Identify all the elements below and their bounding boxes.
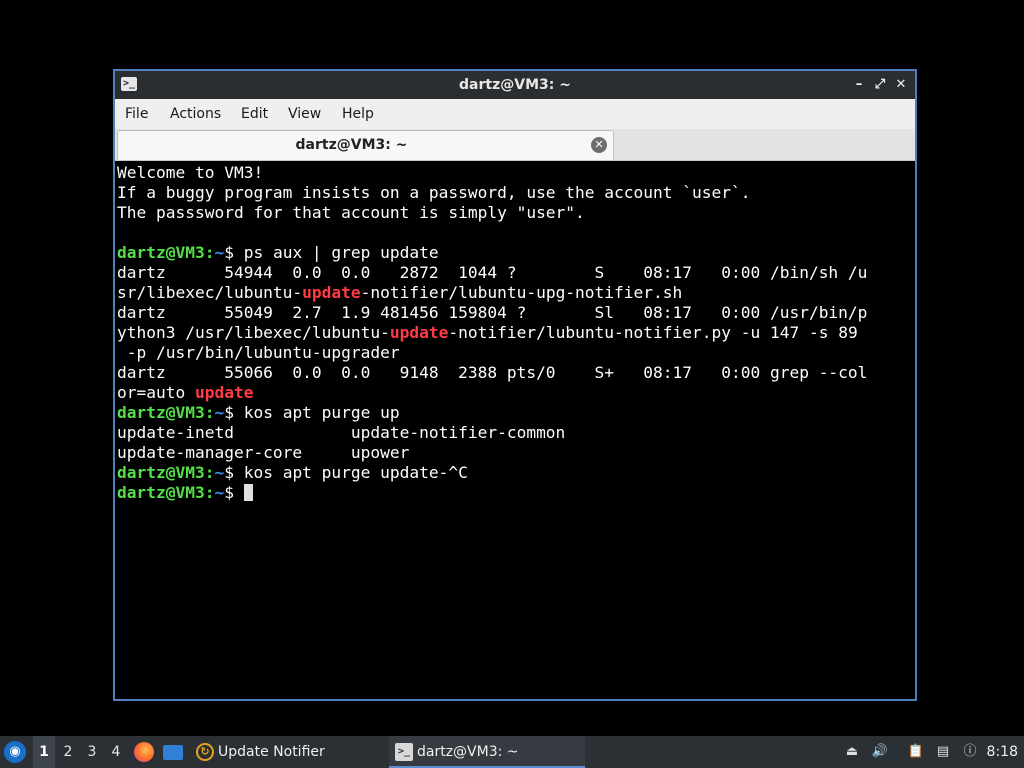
terminal-line: sr/libexec/lubuntu-update-notifier/lubun… [117,283,915,303]
menubar: File Actions Edit View Help [115,99,915,129]
terminal-icon: >_ [395,743,413,761]
terminal-line: The passsword for that account is simply… [117,203,915,223]
terminal-text: Welcome to VM3! [117,163,264,182]
terminal-line: dartz 55066 0.0 0.0 9148 2388 pts/0 S+ 0… [117,363,915,383]
prompt-segment: ~ [214,463,225,482]
prompt-segment: dartz@VM3 [117,243,205,262]
volume-icon[interactable]: 🔊 [871,743,889,761]
terminal-text: $ kos apt purge up [224,403,400,422]
workspace-1[interactable]: 1 [33,736,55,768]
eject-icon[interactable]: ⏏ [843,743,861,761]
prompt-segment: ~ [214,243,225,262]
task-terminal[interactable]: >_ dartz@VM3: ~ [389,736,585,768]
clock[interactable]: 8:18 [987,736,1018,768]
terminal-line: -p /usr/bin/lubuntu-upgrader [117,343,915,363]
terminal-line: or=auto update [117,383,915,403]
prompt-segment: dartz@VM3 [117,483,205,502]
tab-label: dartz@VM3: ~ [295,137,408,153]
prompt-segment: : [204,463,215,482]
terminal-text: dartz 55049 2.7 1.9 481456 159804 ? Sl 0… [117,303,868,322]
terminal-text: -notifier/lubuntu-upg-notifier.sh [360,283,683,302]
terminal-line: dartz@VM3:~$ ps aux | grep update [117,243,915,263]
terminal-line: dartz@VM3:~$ kos apt purge update-^C [117,463,915,483]
task-label: dartz@VM3: ~ [417,744,519,760]
firefox-icon[interactable] [134,742,154,762]
prompt-segment: ~ [214,483,225,502]
menu-help[interactable]: Help [339,99,377,129]
terminal-line: Welcome to VM3! [117,163,915,183]
prompt-segment: dartz@VM3 [117,403,205,422]
grep-match: update [194,383,254,402]
taskbar: ◉ 1 2 3 4 ↻ Update Notifier >_ dartz@VM3… [0,736,1024,768]
terminal-text: -notifier/lubuntu-notifier.py -u 147 -s … [448,323,858,342]
workspace-2[interactable]: 2 [57,736,79,768]
terminal-window: >_ dartz@VM3: ~ – ⤢ ✕ File Actions Edit … [113,69,917,701]
workspace-4[interactable]: 4 [105,736,127,768]
prompt-segment: dartz@VM3 [117,463,205,482]
menu-edit[interactable]: Edit [238,99,271,129]
tab-close-icon[interactable]: ✕ [591,137,607,153]
maximize-button[interactable]: ⤢ [870,75,890,95]
prompt-segment: ~ [214,403,225,422]
terminal-text: dartz 55066 0.0 0.0 9148 2388 pts/0 S+ 0… [117,363,868,382]
terminal-line: update-manager-core upower [117,443,915,463]
terminal-text: If a buggy program insists on a password… [117,183,751,202]
terminal-line: If a buggy program insists on a password… [117,183,915,203]
terminal-text: -p /usr/bin/lubuntu-upgrader [117,343,400,362]
menu-file[interactable]: File [122,99,151,129]
prompt-segment: : [204,403,215,422]
prompt-segment: : [204,483,215,502]
terminal-output[interactable]: Welcome to VM3! If a buggy program insist… [115,161,915,699]
lubuntu-start-icon[interactable]: ◉ [4,741,26,763]
terminal-text: The passsword for that account is simply… [117,203,585,222]
terminal-line: update-inetd update-notifier-common [117,423,915,443]
terminal-line: dartz@VM3:~$ [117,483,915,503]
workspace-3[interactable]: 3 [81,736,103,768]
terminal-text: update-manager-core upower [117,443,410,462]
terminal-text: $ kos apt purge update-^C [224,463,468,482]
window-titlebar[interactable]: >_ dartz@VM3: ~ – ⤢ ✕ [115,71,915,99]
network-icon[interactable]: ▤ [934,743,952,761]
task-update-notifier[interactable]: ↻ Update Notifier [190,736,386,768]
menu-actions[interactable]: Actions [167,99,224,129]
grep-match: update [302,283,361,302]
close-button[interactable]: ✕ [891,75,911,95]
terminal-text: $ [224,483,244,502]
terminal-text: update-inetd update-notifier-common [117,423,566,442]
text-cursor [243,484,253,501]
terminal-line: dartz@VM3:~$ kos apt purge up [117,403,915,423]
file-manager-icon[interactable] [163,745,183,760]
tab-terminal[interactable]: dartz@VM3: ~ ✕ [117,130,614,160]
prompt-segment: : [204,243,215,262]
terminal-text: or=auto [117,383,195,402]
grep-match: update [389,323,449,342]
terminal-line: dartz 54944 0.0 0.0 2872 1044 ? S 08:17 … [117,263,915,283]
terminal-line: ython3 /usr/libexec/lubuntu-update-notif… [117,323,915,343]
terminal-text: ython3 /usr/libexec/lubuntu- [117,323,390,342]
menu-view[interactable]: View [285,99,324,129]
tab-bar: dartz@VM3: ~ ✕ [115,129,915,161]
minimize-button[interactable]: – [849,75,869,95]
window-title: dartz@VM3: ~ [459,77,571,93]
task-label: Update Notifier [218,744,325,760]
clipboard-icon[interactable]: 📋 [907,743,925,761]
terminal-text: dartz 54944 0.0 0.0 2872 1044 ? S 08:17 … [117,263,868,282]
terminal-text: sr/libexec/lubuntu- [117,283,303,302]
notification-icon[interactable]: ⓘ [961,743,979,761]
terminal-line: dartz 55049 2.7 1.9 481456 159804 ? Sl 0… [117,303,915,323]
update-notifier-icon: ↻ [196,743,214,761]
terminal-text: $ ps aux | grep update [224,243,439,262]
